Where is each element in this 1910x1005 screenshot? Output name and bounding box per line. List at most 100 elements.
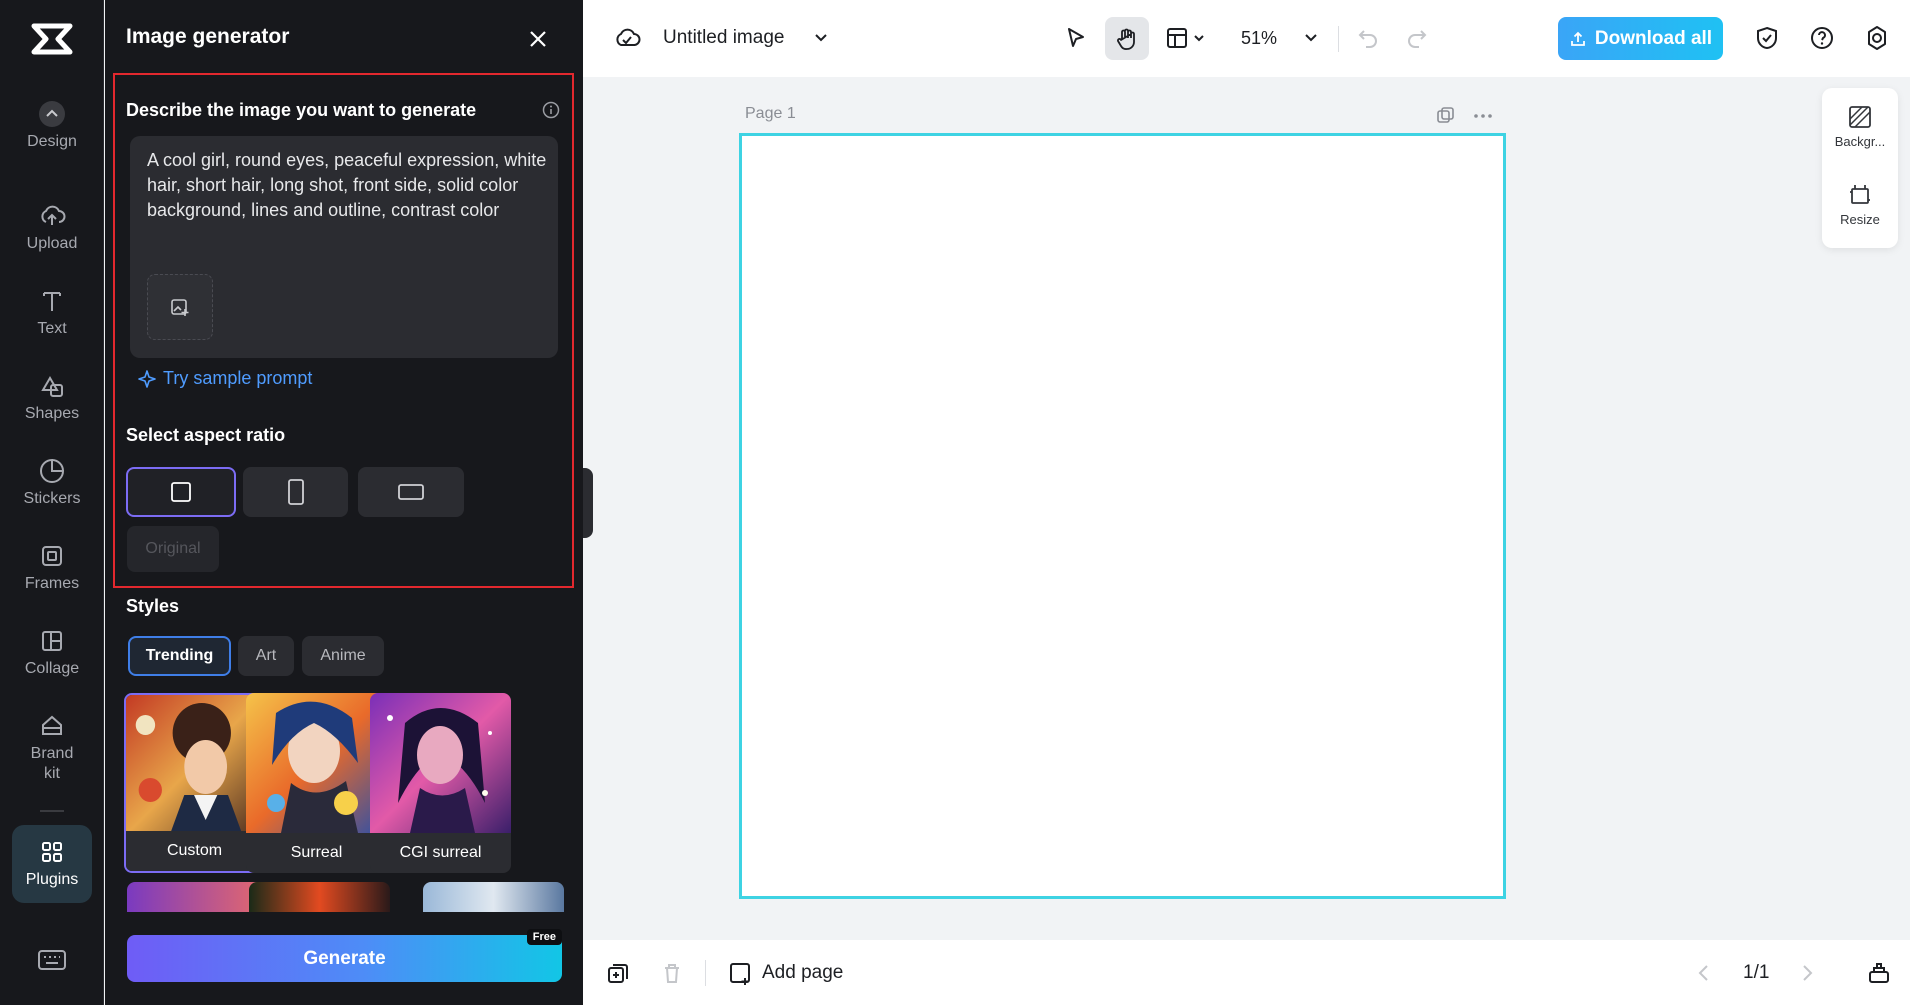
zoom-level[interactable]: 51%: [1241, 28, 1277, 49]
style-card-custom[interactable]: Custom: [124, 693, 265, 873]
document-title[interactable]: Untitled image: [663, 27, 784, 49]
rail-label-plugins: Plugins: [25, 871, 79, 888]
frame-icon: [42, 546, 62, 566]
style-card-surreal[interactable]: Surreal: [246, 693, 387, 873]
layout-tool[interactable]: [1163, 24, 1207, 52]
cloud-check-icon: [616, 28, 641, 46]
cloud-upload-icon: [41, 205, 66, 225]
rail-label-shapes: Shapes: [24, 405, 80, 422]
try-sample-prompt-link[interactable]: Try sample prompt: [137, 368, 312, 389]
rail-item-collage[interactable]: Collage: [0, 627, 104, 679]
rail-divider: [40, 810, 64, 812]
style-card-cgi-surreal[interactable]: CGI surreal: [370, 693, 511, 873]
rail-item-brand-kit[interactable]: Brand kit: [0, 712, 104, 784]
resize-tool[interactable]: Resize: [1822, 182, 1898, 227]
title-dropdown[interactable]: [811, 27, 831, 47]
add-page-icon: [730, 963, 750, 985]
style-card-label: CGI surreal: [370, 833, 511, 873]
prompt-text[interactable]: A cool girl, round eyes, peaceful expres…: [147, 148, 547, 223]
add-page-button[interactable]: Add page: [728, 960, 843, 986]
hand-icon: [1117, 28, 1135, 50]
panel-title: Image generator: [126, 25, 290, 48]
shapes-icon: [41, 376, 63, 397]
chevron-down-icon: [1194, 35, 1204, 42]
rail-item-design[interactable]: Design: [0, 100, 104, 152]
trash-icon[interactable]: [660, 961, 684, 985]
toolbar-divider: [1338, 26, 1339, 52]
brand-kit-icon: [42, 715, 62, 735]
style-card-partial[interactable]: [249, 882, 390, 912]
custom-style-thumbnail: [126, 695, 263, 835]
undo-icon: [1358, 30, 1377, 48]
cgi-surreal-style-thumbnail: [370, 693, 511, 833]
hand-tool[interactable]: [1105, 17, 1149, 60]
shield-button[interactable]: [1753, 24, 1781, 52]
background-tool[interactable]: Backgr...: [1822, 104, 1898, 149]
surreal-style-thumbnail: [246, 693, 387, 833]
artboard-page-1[interactable]: [739, 133, 1506, 899]
bottom-toolbar: Add page 1/1: [583, 940, 1910, 1005]
reference-image-button[interactable]: [147, 274, 213, 340]
rail-item-stickers[interactable]: Stickers: [0, 457, 104, 509]
grid-icon: [42, 842, 62, 862]
rail-label-stickers: Stickers: [23, 490, 81, 507]
design-icon: [39, 101, 65, 127]
image-generator-panel: Image generator Describe the image you w…: [105, 0, 583, 1005]
collage-icon: [42, 631, 62, 651]
settings-button[interactable]: [1863, 24, 1891, 52]
text-icon: [43, 292, 61, 311]
ratio-square-button[interactable]: [126, 467, 236, 517]
rail-item-upload[interactable]: Upload: [0, 202, 104, 254]
shield-icon: [1756, 26, 1778, 50]
rail-item-shapes[interactable]: Shapes: [0, 372, 104, 424]
undo-button[interactable]: [1356, 26, 1380, 50]
download-all-button[interactable]: Download all: [1558, 17, 1723, 60]
tab-trending[interactable]: Trending: [128, 636, 231, 676]
rail-label-upload: Upload: [26, 235, 78, 252]
rail-item-frames[interactable]: Frames: [0, 542, 104, 594]
help-button[interactable]: [1808, 24, 1836, 52]
cursor-icon: [1068, 28, 1084, 47]
landscape-ratio-icon: [398, 484, 424, 500]
rail-item-text[interactable]: Text: [0, 287, 104, 339]
rail-label-frames: Frames: [24, 575, 80, 592]
rail-item-plugins[interactable]: Plugins: [12, 825, 92, 903]
right-tool-panel: Backgr... Resize: [1822, 88, 1898, 248]
info-icon[interactable]: [542, 101, 560, 119]
app-logo-icon[interactable]: [28, 20, 76, 58]
keyboard-icon[interactable]: [36, 946, 68, 974]
chevron-left-icon[interactable]: [1693, 962, 1715, 984]
style-card-partial[interactable]: [423, 882, 564, 912]
cloud-save-status[interactable]: [613, 24, 641, 52]
style-card-partial[interactable]: [127, 882, 268, 912]
layers-icon[interactable]: [1866, 960, 1892, 986]
rail-label-collage: Collage: [24, 660, 80, 677]
sample-prompt-label: Try sample prompt: [163, 368, 313, 388]
ratio-landscape-button[interactable]: [358, 467, 464, 517]
redo-button[interactable]: [1405, 26, 1429, 50]
zoom-dropdown[interactable]: [1301, 27, 1321, 47]
styles-label: Styles: [126, 596, 180, 616]
chevron-right-icon[interactable]: [1796, 962, 1818, 984]
tab-art[interactable]: Art: [238, 636, 294, 676]
portrait-ratio-icon: [287, 479, 304, 505]
add-page-copy-icon[interactable]: [605, 961, 631, 987]
bottom-divider: [705, 960, 706, 986]
close-icon[interactable]: [525, 26, 551, 52]
ratio-original-button[interactable]: Original: [127, 526, 219, 572]
free-badge: Free: [526, 929, 562, 945]
sticker-icon: [40, 458, 65, 483]
duplicate-page-icon[interactable]: [1435, 106, 1455, 126]
ratio-portrait-button[interactable]: [243, 467, 348, 517]
panel-collapse-handle[interactable]: [583, 468, 593, 538]
tab-anime[interactable]: Anime: [302, 636, 384, 676]
background-icon: [1849, 106, 1871, 128]
generate-button[interactable]: Generate Free: [127, 929, 562, 982]
prompt-textarea[interactable]: A cool girl, round eyes, peaceful expres…: [130, 136, 558, 358]
add-image-icon: [171, 299, 189, 316]
select-tool[interactable]: [1061, 24, 1089, 52]
layout-icon: [1167, 28, 1187, 48]
left-rail: Design Upload Text Shapes Stickers Frame…: [0, 0, 104, 1005]
more-options-icon[interactable]: [1472, 106, 1494, 126]
chevron-down-icon: [815, 34, 827, 42]
